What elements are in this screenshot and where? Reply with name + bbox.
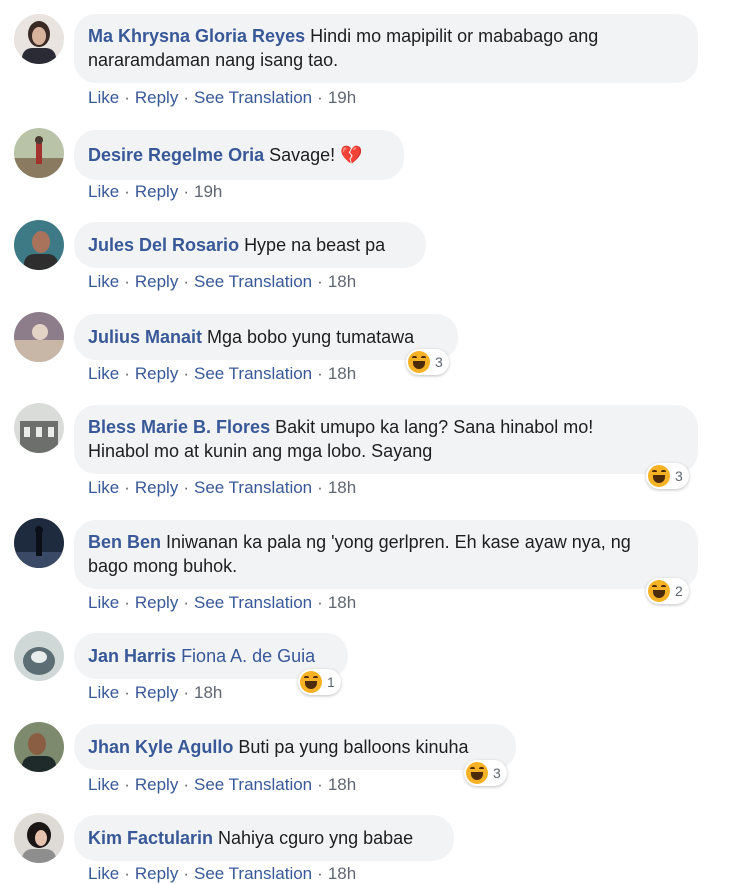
comment-author-link[interactable]: Desire Regelme Oria: [88, 145, 264, 165]
comment-actions: Like · Reply · See Translation · 18h: [88, 864, 357, 883]
comment-bubble: Jhan Kyle Agullo Buti pa yung balloons ki…: [74, 724, 516, 770]
comment-bubble: Jules Del Rosario Hype na beast pa: [74, 222, 426, 268]
avatar[interactable]: [14, 220, 64, 270]
haha-reaction-icon: [648, 465, 670, 487]
avatar[interactable]: [14, 518, 64, 568]
reaction-count: 2: [675, 583, 683, 599]
reaction-count: 3: [435, 354, 443, 370]
comment-actions: Like · Reply · See Translation · 18h: [88, 593, 357, 612]
avatar[interactable]: [14, 128, 64, 178]
comment-author-link[interactable]: Kim Factularin: [88, 828, 213, 848]
comment-author-link[interactable]: Jhan Kyle Agullo: [88, 737, 233, 757]
comment-bubble: Ma Khrysna Gloria Reyes Hindi mo mapipili…: [74, 14, 698, 83]
comment-bubble: Desire Regelme Oria Savage! 💔: [74, 130, 404, 180]
comment-author-link[interactable]: Ben Ben: [88, 532, 161, 552]
comment-bubble: Kim Factularin Nahiya cguro yng babae: [74, 815, 454, 861]
comment-text-continued: Hinabol mo at kunin ang mga lobo. Sayang: [88, 441, 433, 461]
comment-text-continued: nararamdaman nang isang tao.: [88, 50, 339, 70]
avatar[interactable]: [14, 813, 64, 863]
comment-actions: Like · Reply · 18h: [88, 683, 223, 702]
avatar[interactable]: [14, 14, 64, 64]
like-link[interactable]: Like: [88, 364, 119, 383]
like-link[interactable]: Like: [88, 272, 119, 291]
like-link[interactable]: Like: [88, 683, 119, 702]
see-translation-link[interactable]: See Translation: [194, 775, 312, 794]
reply-link[interactable]: Reply: [135, 364, 178, 383]
comment-bubble: Ben Ben Iniwanan ka pala ng 'yong gerlpre…: [74, 520, 698, 589]
comment-actions: Like · Reply · See Translation · 18h: [88, 775, 357, 794]
comment-text-continued: bago mong buhok.: [88, 556, 238, 576]
mentioned-user-link[interactable]: Fiona A. de Guia: [181, 646, 315, 666]
reaction-summary[interactable]: 3: [464, 760, 507, 786]
avatar[interactable]: [14, 722, 64, 772]
comment-author-link[interactable]: Julius Manait: [88, 327, 202, 347]
haha-reaction-icon: [300, 671, 322, 693]
comment-text: Nahiya cguro yng babae: [218, 828, 414, 848]
reply-link[interactable]: Reply: [135, 88, 178, 107]
avatar[interactable]: [14, 403, 64, 453]
comment-actions: Like · Reply · See Translation · 19h: [88, 88, 357, 107]
reply-link[interactable]: Reply: [135, 182, 178, 201]
see-translation-link[interactable]: See Translation: [194, 478, 312, 497]
comment-timestamp[interactable]: 19h: [328, 88, 356, 107]
comment-bubble: Bless Marie B. Flores Bakit umupo ka lang…: [74, 405, 698, 474]
comment-timestamp[interactable]: 18h: [328, 364, 356, 383]
like-link[interactable]: Like: [88, 775, 119, 794]
like-link[interactable]: Like: [88, 593, 119, 612]
comment-timestamp[interactable]: 18h: [328, 593, 356, 612]
comment-author-link[interactable]: Bless Marie B. Flores: [88, 417, 270, 437]
reply-link[interactable]: Reply: [135, 272, 178, 291]
comment-timestamp[interactable]: 18h: [328, 478, 356, 497]
comment-text: Iniwanan ka pala ng 'yong gerlpren. Eh k…: [166, 532, 631, 552]
haha-reaction-icon: [648, 580, 670, 602]
reply-link[interactable]: Reply: [135, 478, 178, 497]
comment-text: Mga bobo yung tumatawa: [207, 327, 415, 347]
see-translation-link[interactable]: See Translation: [194, 88, 312, 107]
comment-author-link[interactable]: Ma Khrysna Gloria Reyes: [88, 26, 305, 46]
haha-reaction-icon: [466, 762, 488, 784]
reply-link[interactable]: Reply: [135, 683, 178, 702]
reaction-count: 3: [493, 765, 501, 781]
comment-author-link[interactable]: Jan Harris: [88, 646, 176, 666]
comment-text: Savage! 💔: [269, 145, 363, 165]
comment-actions: Like · Reply · See Translation · 18h: [88, 272, 357, 291]
comment-text: Bakit umupo ka lang? Sana hinabol mo!: [275, 417, 594, 437]
comment-timestamp[interactable]: 19h: [194, 182, 222, 201]
see-translation-link[interactable]: See Translation: [194, 272, 312, 291]
reaction-count: 1: [327, 674, 335, 690]
reaction-summary[interactable]: 1: [298, 669, 341, 695]
comment-timestamp[interactable]: 18h: [328, 775, 356, 794]
reaction-count: 3: [675, 468, 683, 484]
reply-link[interactable]: Reply: [135, 593, 178, 612]
comment-text: Hype na beast pa: [244, 235, 386, 255]
comment-author-link[interactable]: Jules Del Rosario: [88, 235, 239, 255]
comment-actions: Like · Reply · See Translation · 18h: [88, 478, 357, 497]
avatar[interactable]: [14, 312, 64, 362]
comment-actions: Like · Reply · See Translation · 18h: [88, 364, 357, 383]
reaction-summary[interactable]: 2: [646, 578, 689, 604]
comment-timestamp[interactable]: 18h: [328, 272, 356, 291]
like-link[interactable]: Like: [88, 182, 119, 201]
comment-actions: Like · Reply · 19h: [88, 182, 223, 201]
see-translation-link[interactable]: See Translation: [194, 364, 312, 383]
avatar[interactable]: [14, 631, 64, 681]
like-link[interactable]: Like: [88, 478, 119, 497]
reply-link[interactable]: Reply: [135, 775, 178, 794]
comment-text: Buti pa yung balloons kinuha: [238, 737, 469, 757]
comment-timestamp[interactable]: 18h: [194, 683, 222, 702]
comment-text: Hindi mo mapipilit or mababago ang: [310, 26, 599, 46]
haha-reaction-icon: [408, 351, 430, 373]
reaction-summary[interactable]: 3: [406, 349, 449, 375]
reaction-summary[interactable]: 3: [646, 463, 689, 489]
comment-bubble: Julius Manait Mga bobo yung tumatawa: [74, 314, 458, 360]
see-translation-link[interactable]: See Translation: [194, 593, 312, 612]
like-link[interactable]: Like: [88, 88, 119, 107]
